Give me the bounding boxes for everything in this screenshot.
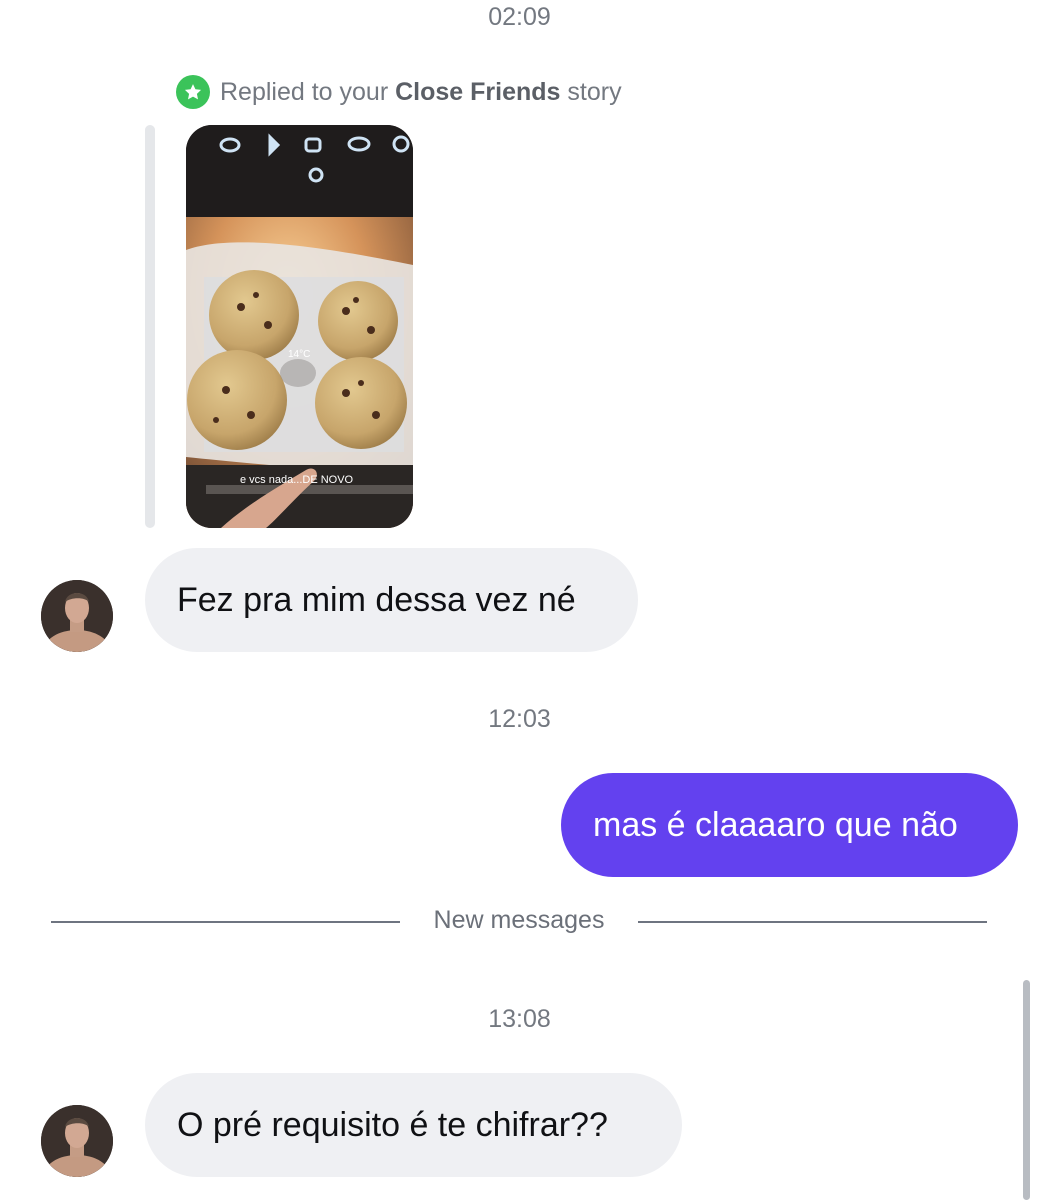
scrollbar[interactable] [1023, 980, 1030, 1200]
story-temperature-label: 14°C [288, 349, 311, 360]
new-messages-divider: New messages [433, 906, 605, 934]
message-bubble-incoming[interactable]: Fez pra mim dessa vez né [145, 548, 638, 652]
story-reply-prefix: Replied to your [220, 77, 389, 106]
dm-thread: 02:09 Replied to your Close Friends stor… [0, 0, 1039, 1200]
timestamp: 02:09 [488, 3, 551, 31]
story-thumbnail[interactable]: 14°C e vcs nada...DE NOVO [186, 125, 413, 528]
story-reply-suffix: story [567, 77, 622, 106]
message-text: O pré requisito é te chifrar?? [177, 1105, 608, 1144]
message-bubble-outgoing[interactable]: mas é claaaaro que não [561, 773, 1018, 877]
timestamp: 13:08 [488, 1005, 551, 1033]
timestamp: 12:03 [488, 705, 551, 733]
message-text: Fez pra mim dessa vez né [177, 580, 576, 619]
avatar[interactable] [41, 580, 113, 652]
divider-line-left [51, 921, 400, 923]
star-icon [176, 75, 210, 109]
story-reply-type: Close Friends [395, 77, 561, 106]
message-bubble-incoming[interactable]: O pré requisito é te chifrar?? [145, 1073, 682, 1177]
message-text: mas é claaaaro que não [593, 805, 958, 844]
reply-quote-bar [145, 125, 155, 528]
divider-line-right [638, 921, 987, 923]
avatar[interactable] [41, 1105, 113, 1177]
story-caption: e vcs nada...DE NOVO [240, 474, 354, 486]
story-reply-header: Replied to your Close Friends story [176, 75, 622, 109]
